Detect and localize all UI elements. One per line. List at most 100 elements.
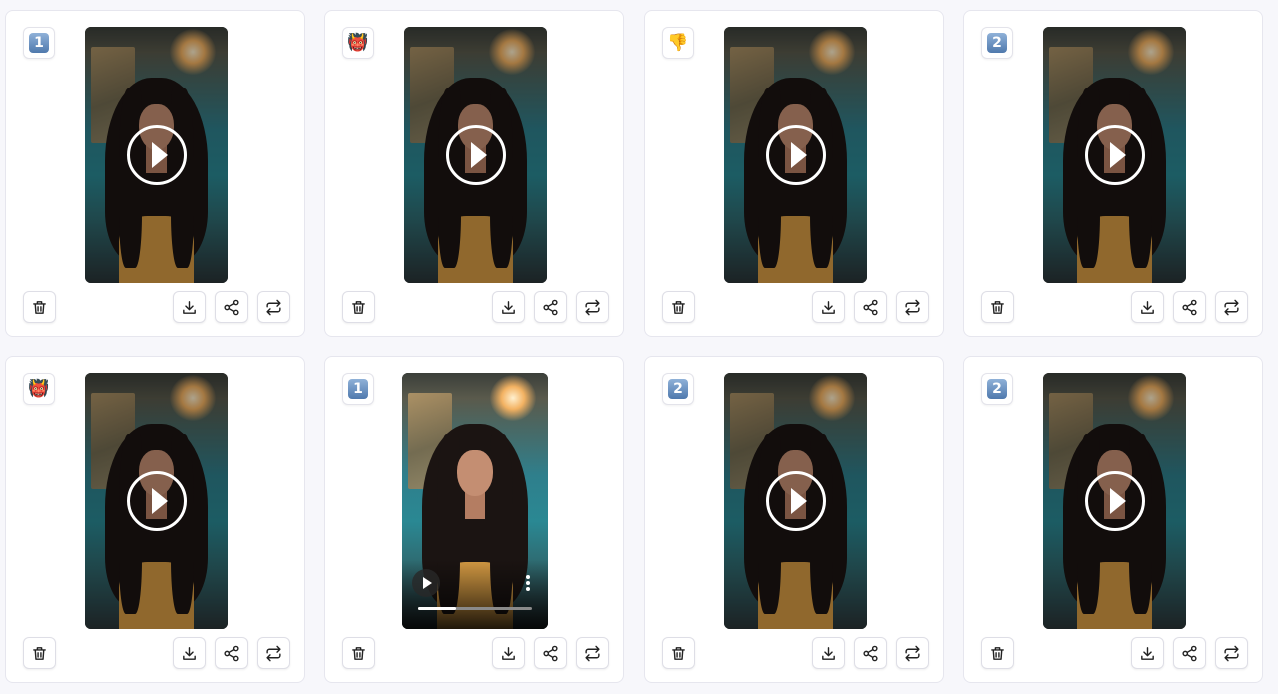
download-icon [502, 300, 515, 314]
download-icon [502, 646, 515, 660]
download-button[interactable] [173, 637, 206, 669]
download-button[interactable] [492, 637, 525, 669]
delete-button[interactable] [662, 291, 695, 323]
trash-icon [352, 300, 365, 314]
download-icon [822, 300, 835, 314]
repost-button[interactable] [576, 291, 609, 323]
trash-icon [352, 646, 365, 660]
delete-button[interactable] [342, 637, 375, 669]
progress-bar[interactable] [418, 607, 532, 610]
video-thumbnail[interactable] [724, 373, 867, 629]
download-icon [822, 646, 835, 660]
video-card: 1 [5, 10, 305, 337]
video-thumbnail[interactable] [404, 27, 547, 283]
keycap-badge-icon: 2 [987, 33, 1007, 53]
download-button[interactable] [492, 291, 525, 323]
delete-button[interactable] [23, 291, 56, 323]
play-icon[interactable] [765, 125, 826, 185]
video-thumbnail[interactable] [724, 27, 867, 283]
repost-button[interactable] [1215, 291, 1248, 323]
share-icon [863, 645, 878, 661]
share-button[interactable] [1173, 291, 1206, 323]
repost-button[interactable] [896, 291, 929, 323]
ogre-icon: 👹 [28, 378, 50, 399]
download-button[interactable] [1131, 637, 1164, 669]
download-icon [183, 300, 196, 314]
download-button[interactable] [812, 637, 845, 669]
share-icon [863, 299, 878, 315]
download-icon [1141, 646, 1154, 660]
video-thumbnail[interactable] [1043, 27, 1186, 283]
reaction-badge: 👎 [662, 27, 694, 59]
share-button[interactable] [534, 637, 567, 669]
play-icon[interactable] [126, 471, 187, 531]
trash-icon [991, 646, 1004, 660]
repost-icon [585, 299, 600, 315]
play-icon[interactable] [765, 471, 826, 531]
play-icon[interactable] [126, 125, 187, 185]
video-card: 2 [963, 356, 1263, 683]
repost-icon [905, 299, 920, 315]
play-icon[interactable] [1084, 471, 1145, 531]
download-button[interactable] [173, 291, 206, 323]
share-icon [1182, 299, 1197, 315]
share-button[interactable] [534, 291, 567, 323]
reaction-badge: 1 [23, 27, 55, 59]
reaction-badge: 2 [981, 373, 1013, 405]
share-button[interactable] [854, 291, 887, 323]
repost-button[interactable] [257, 637, 290, 669]
reaction-badge: 👹 [23, 373, 55, 405]
repost-icon [1224, 299, 1239, 315]
video-thumbnail[interactable] [1043, 373, 1186, 629]
player-controls [402, 559, 548, 629]
video-card: 👎 [644, 10, 944, 337]
reaction-badge: 2 [981, 27, 1013, 59]
delete-button[interactable] [662, 637, 695, 669]
thumbs-down-icon: 👎 [667, 32, 689, 53]
video-thumbnail[interactable] [85, 373, 228, 629]
play-icon[interactable] [412, 569, 440, 597]
download-button[interactable] [1131, 291, 1164, 323]
delete-button[interactable] [981, 291, 1014, 323]
video-card: 👹 [324, 10, 624, 337]
trash-icon [672, 300, 685, 314]
download-icon [183, 646, 196, 660]
share-button[interactable] [215, 291, 248, 323]
delete-button[interactable] [981, 637, 1014, 669]
trash-icon [33, 646, 46, 660]
share-button[interactable] [1173, 637, 1206, 669]
keycap-badge-icon: 2 [987, 379, 1007, 399]
repost-button[interactable] [1215, 637, 1248, 669]
share-icon [224, 299, 239, 315]
share-button[interactable] [854, 637, 887, 669]
repost-icon [1224, 645, 1239, 661]
repost-icon [266, 299, 281, 315]
reaction-badge: 2 [662, 373, 694, 405]
repost-button[interactable] [257, 291, 290, 323]
progress-fill [418, 607, 456, 610]
trash-icon [672, 646, 685, 660]
trash-icon [991, 300, 1004, 314]
video-card: 2 [644, 356, 944, 683]
share-icon [1182, 645, 1197, 661]
repost-button[interactable] [576, 637, 609, 669]
share-icon [543, 299, 558, 315]
more-options-icon[interactable] [526, 575, 530, 591]
video-card: 2 [963, 10, 1263, 337]
download-icon [1141, 300, 1154, 314]
play-icon[interactable] [445, 125, 506, 185]
share-icon [543, 645, 558, 661]
keycap-badge-icon: 1 [29, 33, 49, 53]
repost-button[interactable] [896, 637, 929, 669]
share-button[interactable] [215, 637, 248, 669]
repost-icon [905, 645, 920, 661]
download-button[interactable] [812, 291, 845, 323]
trash-icon [33, 300, 46, 314]
video-thumbnail[interactable] [85, 27, 228, 283]
delete-button[interactable] [23, 637, 56, 669]
delete-button[interactable] [342, 291, 375, 323]
video-player[interactable] [402, 373, 548, 629]
play-icon[interactable] [1084, 125, 1145, 185]
ogre-icon: 👹 [347, 32, 369, 53]
keycap-badge-icon: 2 [668, 379, 688, 399]
